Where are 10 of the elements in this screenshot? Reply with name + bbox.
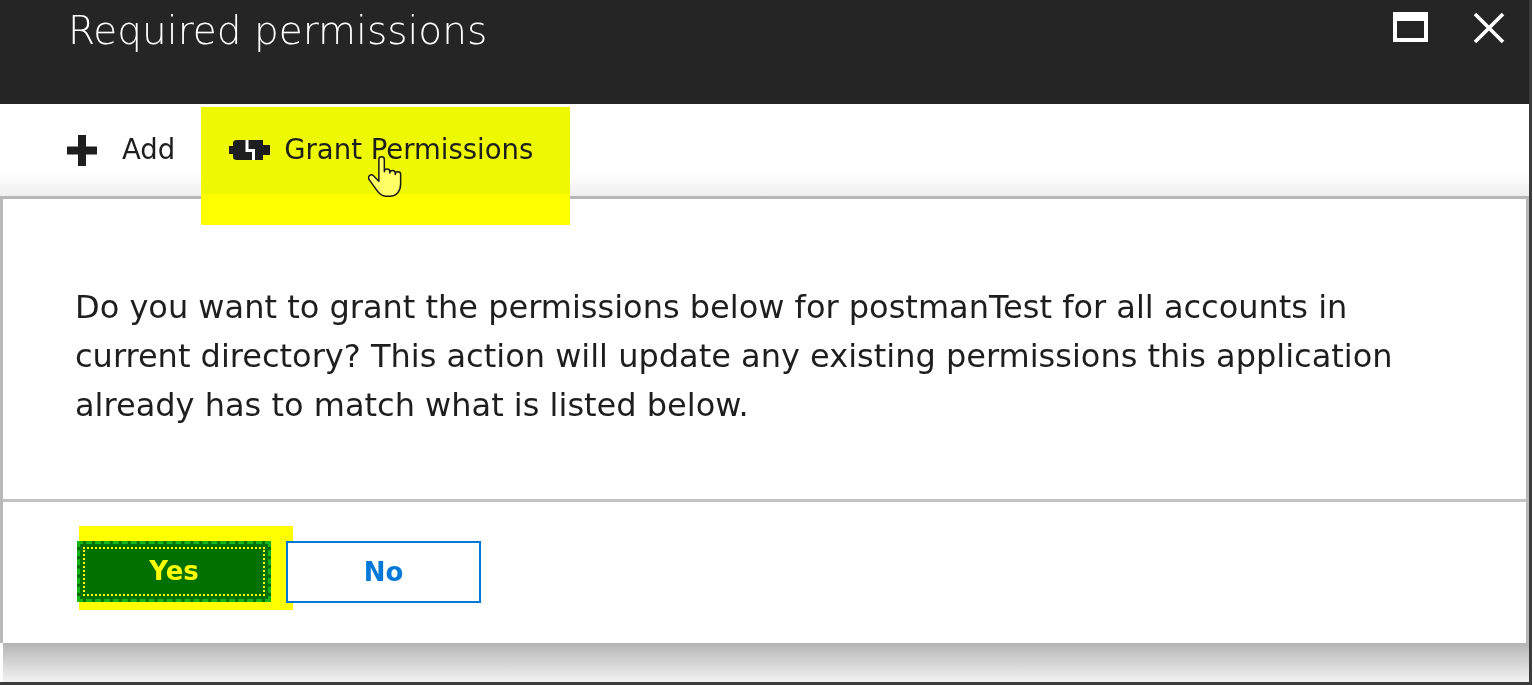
plus-icon <box>67 134 97 166</box>
add-button[interactable]: Add <box>67 104 176 196</box>
interlock-icon <box>229 140 271 160</box>
grant-permissions-button[interactable]: Grant Permissions <box>201 104 558 196</box>
close-icon[interactable] <box>1473 12 1505 44</box>
yes-button[interactable]: Yes <box>77 541 271 602</box>
no-button[interactable]: No <box>286 541 481 603</box>
maximize-icon[interactable] <box>1393 12 1428 42</box>
window-title: Required permissions <box>68 11 488 50</box>
confirmation-message: Do you want to grant the permissions below for postmanTest for all accounts in current directory? This action will update any existing permissions this application already has to match what is listed below. <box>75 287 1394 426</box>
